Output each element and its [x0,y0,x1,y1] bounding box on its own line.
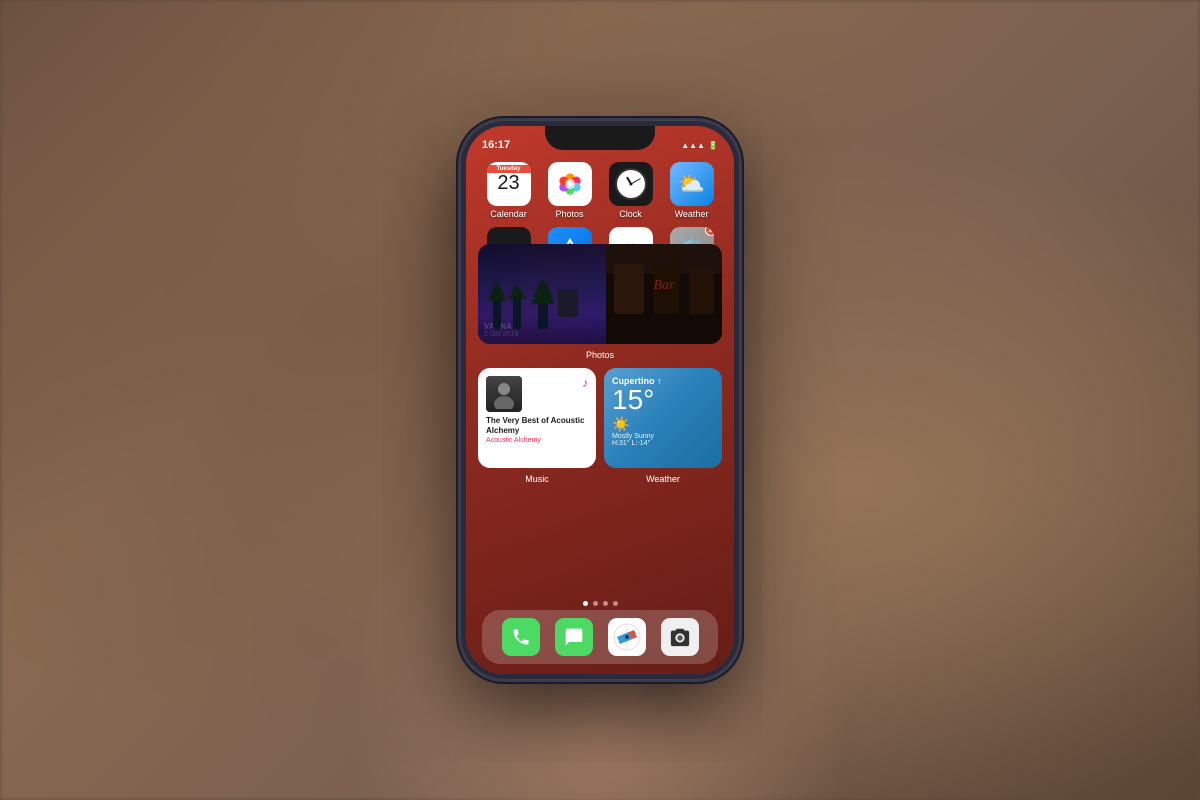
weather-high-low: H:31° L:-14° [612,440,714,447]
dock-safari[interactable] [608,618,646,656]
app-weather[interactable]: ⛅ Weather [665,162,719,219]
weather-sun-icon: ☀️ [612,416,714,433]
widgets-bottom: ♪ The Very Best of Acoustic Alchemy Acou… [478,368,722,468]
music-title: The Very Best of Acoustic Alchemy [486,416,588,435]
widget-area: VARNA 2 Oct 2019 [478,244,722,468]
trees-svg [483,279,603,329]
photos-widget-left: VARNA 2 Oct 2019 [478,244,606,344]
photos-right-content: Bar [606,244,722,344]
music-content: ♪ [486,376,588,412]
photos-widget-label: Photos [586,350,614,360]
app-photos[interactable]: Photos [543,162,597,219]
notch [545,126,655,150]
page-dot-3 [603,601,608,606]
status-time: 16:17 [482,139,510,151]
weather-description: Mostly Sunny [612,433,714,440]
photos-label: Photos [555,209,583,219]
trees-svg-container [483,279,601,334]
album-art-person [486,376,522,412]
app-row-1: Tuesday 23 Calendar [478,162,722,219]
dock [482,610,718,664]
weather-app-label: Weather [675,209,709,219]
photos-icon-img [548,162,592,206]
app-calendar[interactable]: Tuesday 23 Calendar [482,162,536,219]
phone-svg [511,627,531,647]
dock-messages[interactable] [555,618,593,656]
page-dot-2 [593,601,598,606]
dock-phone[interactable] [502,618,540,656]
app-clock[interactable]: Clock [604,162,658,219]
bar-scene-svg: Bar [606,244,722,344]
album-art-bg [486,376,522,412]
weather-widget[interactable]: Cupertino ↑ 15° ☀️ Mostly Sunny H:31° L:… [604,368,722,468]
weather-widget-container: Cupertino ↑ 15° ☀️ Mostly Sunny H:31° L:… [604,368,722,468]
clock-center-dot [629,183,632,186]
clock-face [615,168,647,200]
music-album-art [486,376,522,412]
camera-svg [669,626,691,648]
music-widget-label: Music [525,474,549,484]
photos-flower-svg [556,170,584,198]
music-artist: Acoustic Alchemy [486,437,588,444]
photos-widget-right: Bar [606,244,722,344]
calendar-label: Calendar [490,209,527,219]
clock-label: Clock [619,209,642,219]
page-dot-1 [583,601,588,606]
iphone-inner: 16:17 ▲▲▲ 🔋 Tuesday 23 [466,126,734,674]
safari-svg [611,621,643,653]
settings-badge: 2 [705,227,714,236]
music-widget-container: ♪ The Very Best of Acoustic Alchemy Acou… [478,368,596,468]
person-svg [489,379,519,409]
dock-camera[interactable] [661,618,699,656]
scene: 16:17 ▲▲▲ 🔋 Tuesday 23 [0,0,1200,800]
photos-widget-container: VARNA 2 Oct 2019 [478,244,722,344]
wifi-icon: ▲▲▲ [681,141,705,150]
page-dots [466,601,734,606]
weather-icon-img: ⛅ [670,162,714,206]
music-note-icon: ♪ [582,376,588,390]
cal-date: 23 [497,173,519,193]
messages-svg [564,627,584,647]
status-icons: ▲▲▲ 🔋 [681,141,718,150]
battery-icon: 🔋 [708,141,718,150]
photos-widget[interactable]: VARNA 2 Oct 2019 [478,244,722,344]
page-dot-4 [613,601,618,606]
calendar-icon-img: Tuesday 23 [487,162,531,206]
iphone-frame: 16:17 ▲▲▲ 🔋 Tuesday 23 [460,120,740,680]
music-widget[interactable]: ♪ The Very Best of Acoustic Alchemy Acou… [478,368,596,468]
weather-temp: 15° [612,386,714,414]
weather-widget-label: Weather [646,474,680,484]
iphone-screen: 16:17 ▲▲▲ 🔋 Tuesday 23 [466,126,734,674]
clock-icon-img [609,162,653,206]
